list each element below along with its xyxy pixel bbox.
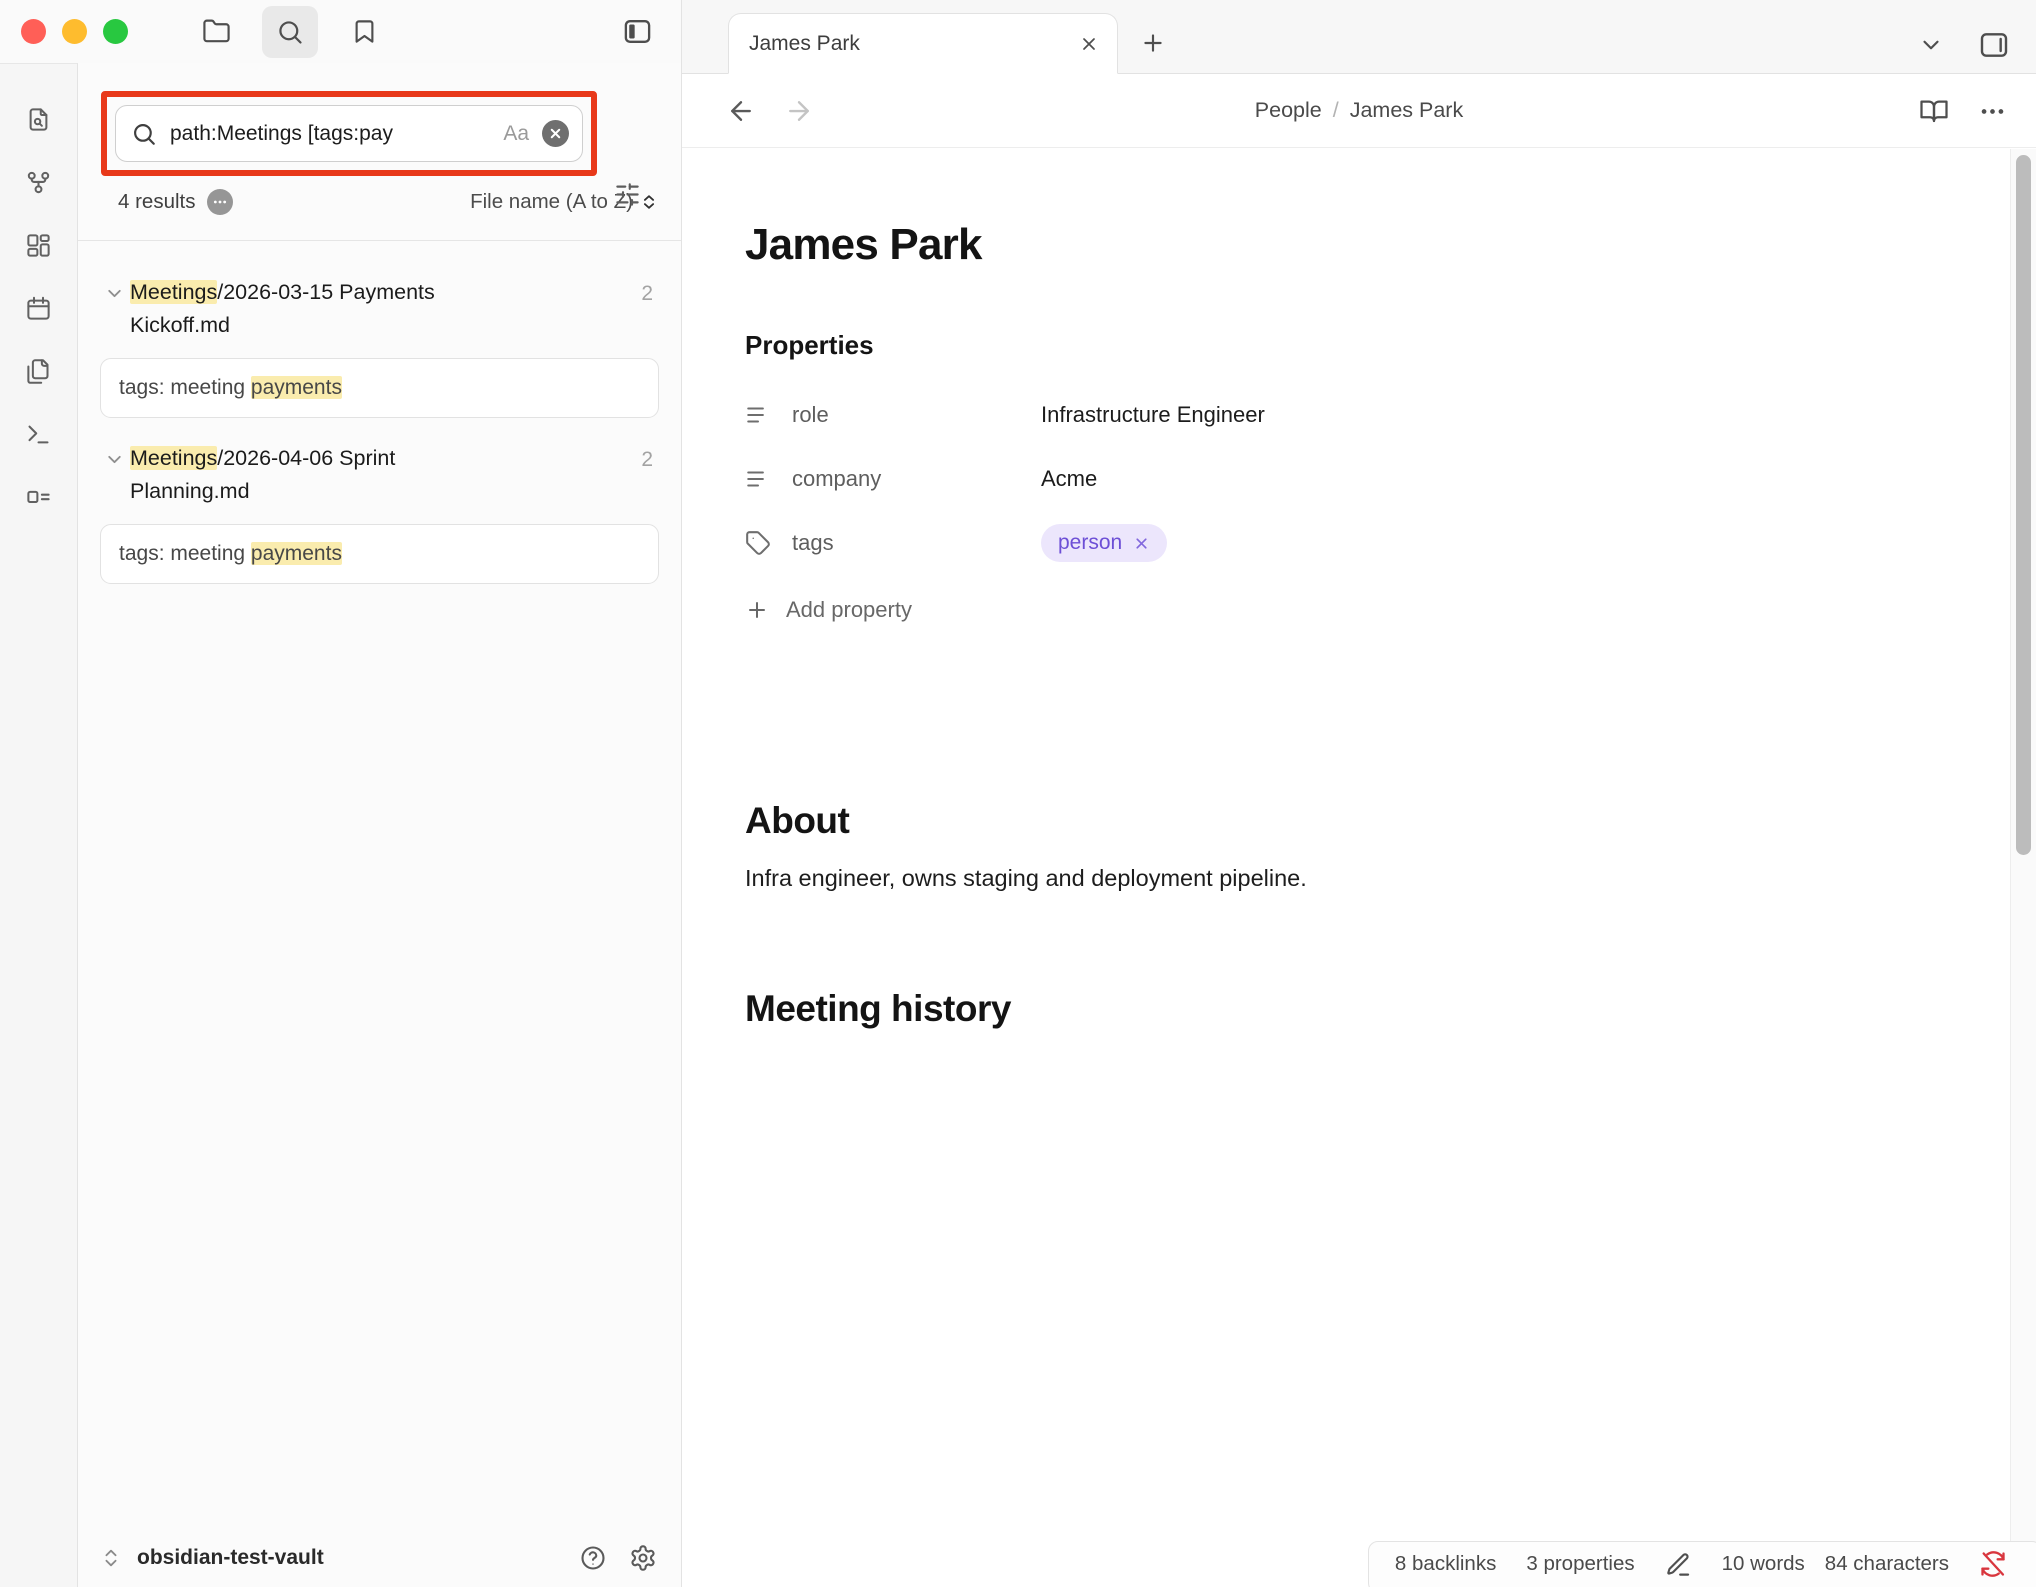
breadcrumb: People / James Park xyxy=(1255,98,1463,123)
text-property-icon xyxy=(745,402,771,428)
backlinks-count[interactable]: 8 backlinks xyxy=(1395,1552,1496,1576)
annotation-highlight-box: path:Meetings [tags:pay Aa xyxy=(101,91,597,176)
about-text: Infra engineer, owns staging and deploym… xyxy=(745,861,1956,895)
text-property-icon xyxy=(745,466,771,492)
chevrons-up-down-icon xyxy=(639,192,659,212)
scrollbar-thumb[interactable] xyxy=(2016,155,2031,855)
result-file-title[interactable]: Meetings/2026-04-06 Sprint Planning.md 2 xyxy=(100,442,659,508)
results-info-badge[interactable] xyxy=(207,189,233,215)
canvas-dashboard-icon[interactable] xyxy=(25,232,52,259)
property-row-role[interactable]: role Infrastructure Engineer xyxy=(745,383,1956,447)
word-count[interactable]: 10 words xyxy=(1722,1552,1805,1576)
settings-gear-icon[interactable] xyxy=(629,1544,657,1572)
search-panel: path:Meetings [tags:pay Aa 4 results xyxy=(78,63,681,1587)
chevron-down-icon[interactable] xyxy=(104,283,125,304)
result-file-title[interactable]: Meetings/2026-03-15 Payments Kickoff.md … xyxy=(100,276,659,342)
property-key[interactable]: role xyxy=(745,402,1041,428)
tab-list-chevron-icon[interactable] xyxy=(1918,32,1944,58)
minimize-window-button[interactable] xyxy=(62,19,87,44)
properties-count[interactable]: 3 properties xyxy=(1526,1552,1634,1576)
panel-left-icon xyxy=(622,16,653,47)
add-property-button[interactable]: Add property xyxy=(745,597,1956,623)
new-tab-button[interactable] xyxy=(1140,30,1166,56)
main-pane: James Park xyxy=(682,0,2036,1587)
help-icon[interactable] xyxy=(579,1544,607,1572)
view-header: People / James Park xyxy=(682,74,2036,148)
more-options-icon[interactable] xyxy=(1979,98,2006,125)
search-icon xyxy=(276,18,304,46)
results-count: 4 results xyxy=(118,189,233,215)
close-window-button[interactable] xyxy=(21,19,46,44)
property-row-company[interactable]: company Acme xyxy=(745,447,1956,511)
bookmark-icon xyxy=(351,18,378,45)
breadcrumb-parent[interactable]: People xyxy=(1255,98,1322,123)
vault-name[interactable]: obsidian-test-vault xyxy=(137,1546,324,1570)
zoom-window-button[interactable] xyxy=(103,19,128,44)
macos-traffic-lights xyxy=(0,19,128,44)
clear-search-button[interactable] xyxy=(542,120,569,147)
meeting-history-heading: Meeting history xyxy=(745,987,1956,1031)
breadcrumb-current[interactable]: James Park xyxy=(1350,98,1464,123)
tag-icon xyxy=(745,530,771,556)
vertical-scrollbar[interactable] xyxy=(2010,149,2036,1587)
vault-switcher-icon[interactable] xyxy=(100,1547,122,1569)
search-results-list: Meetings/2026-03-15 Payments Kickoff.md … xyxy=(78,241,681,584)
obsidian-window: path:Meetings [tags:pay Aa 4 results xyxy=(0,0,2036,1587)
search-input[interactable]: path:Meetings [tags:pay Aa xyxy=(115,105,583,162)
search-settings-sliders-icon[interactable] xyxy=(614,181,641,208)
edit-mode-pencil-icon[interactable] xyxy=(1665,1551,1692,1578)
search-result[interactable]: Meetings/2026-04-06 Sprint Planning.md 2… xyxy=(100,442,659,584)
close-tab-icon[interactable] xyxy=(1079,34,1099,54)
search-query-text[interactable]: path:Meetings [tags:pay xyxy=(170,122,490,146)
property-key[interactable]: tags xyxy=(745,530,1041,556)
note-content[interactable]: James Park Properties role Infrastructur… xyxy=(682,148,2036,1587)
character-count[interactable]: 84 characters xyxy=(1825,1552,1949,1576)
templates-copy-icon[interactable] xyxy=(25,358,52,385)
search-match[interactable]: tags: meeting payments xyxy=(100,524,659,584)
collapse-left-sidebar-button[interactable] xyxy=(622,0,653,63)
properties-table: role Infrastructure Engineer company Acm… xyxy=(745,383,1956,575)
chevron-down-icon[interactable] xyxy=(104,449,125,470)
reading-mode-book-icon[interactable] xyxy=(1919,96,1949,126)
search-match[interactable]: tags: meeting payments xyxy=(100,358,659,418)
about-heading: About xyxy=(745,799,1956,843)
graph-view-icon[interactable] xyxy=(25,169,52,196)
navigate-back-icon[interactable] xyxy=(726,96,756,126)
remove-tag-icon[interactable] xyxy=(1133,535,1150,552)
property-row-tags[interactable]: tags person xyxy=(745,511,1956,575)
match-count-badge: 2 xyxy=(641,277,653,310)
file-search-icon[interactable] xyxy=(25,106,52,133)
terminal-icon[interactable] xyxy=(25,421,52,448)
layout-list-icon[interactable] xyxy=(25,484,52,511)
property-key[interactable]: company xyxy=(745,466,1041,492)
property-value[interactable]: Infrastructure Engineer xyxy=(1041,402,1265,428)
expand-right-sidebar-button[interactable] xyxy=(1978,29,2010,61)
tab-james-park[interactable]: James Park xyxy=(728,13,1118,74)
match-count-badge: 2 xyxy=(641,443,653,476)
tab-bar: James Park xyxy=(682,0,2036,74)
folder-icon xyxy=(202,17,231,46)
note-title[interactable]: James Park xyxy=(745,220,1956,270)
sidebar-titlebar xyxy=(0,0,681,63)
search-result[interactable]: Meetings/2026-03-15 Payments Kickoff.md … xyxy=(100,276,659,418)
vault-switcher-row: obsidian-test-vault xyxy=(78,1529,681,1587)
sync-off-icon[interactable] xyxy=(1979,1550,2007,1578)
ribbon xyxy=(0,63,78,1587)
match-case-toggle[interactable]: Aa xyxy=(503,122,529,146)
files-tab-button[interactable] xyxy=(188,6,244,58)
navigate-forward-icon[interactable] xyxy=(784,96,814,126)
tab-title: James Park xyxy=(749,32,1079,56)
tag-pill-person[interactable]: person xyxy=(1041,524,1167,562)
property-value[interactable]: Acme xyxy=(1041,466,1097,492)
status-bar: 8 backlinks 3 properties 10 words 84 cha… xyxy=(1368,1541,2036,1587)
properties-heading: Properties xyxy=(745,330,1956,361)
bookmarks-tab-button[interactable] xyxy=(336,6,392,58)
search-icon xyxy=(131,121,157,147)
calendar-icon[interactable] xyxy=(25,295,52,322)
left-sidebar: path:Meetings [tags:pay Aa 4 results xyxy=(0,0,682,1587)
search-tab-button[interactable] xyxy=(262,6,318,58)
plus-icon xyxy=(745,598,769,622)
